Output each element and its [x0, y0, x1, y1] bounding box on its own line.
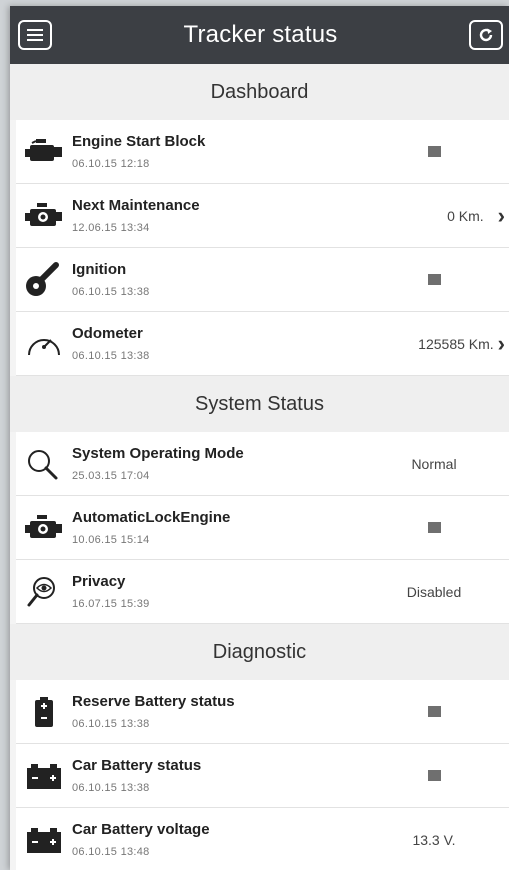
row-value: Normal [411, 455, 457, 472]
status-square [427, 770, 441, 781]
row-car-battery-voltage[interactable]: Car Battery voltage 06.10.15 13:48 13.3 … [16, 808, 509, 870]
engine-icon [16, 120, 72, 184]
row-date: 06.10.15 13:38 [72, 718, 150, 730]
row-name: Ignition [72, 261, 127, 278]
status-indicator [359, 274, 509, 285]
phone-screen: Tracker status Dashboard Engine Start Bl… [10, 6, 509, 870]
row-name: Engine Start Block [72, 133, 206, 150]
privacy-eye-magnifier-icon [16, 560, 72, 624]
status-square [427, 522, 441, 533]
row-next-maintenance[interactable]: Next Maintenance 12.06.15 13:34 0 Km. › [16, 184, 509, 248]
ignition-key-icon [16, 248, 72, 312]
row-date: 06.10.15 13:48 [72, 846, 150, 858]
row-privacy[interactable]: Privacy 16.07.15 15:39 Disabled [16, 560, 509, 624]
row-value: Disabled [406, 583, 462, 600]
row-name: System Operating Mode [72, 445, 244, 462]
section-header-dashboard: Dashboard [10, 64, 509, 120]
row-value: 0 Km. › [359, 203, 509, 229]
row-name: AutomaticLockEngine [72, 509, 231, 526]
refresh-button[interactable] [468, 20, 503, 50]
status-indicator [359, 522, 509, 533]
section-header-diagnostic: Diagnostic [10, 624, 509, 680]
row-name: Privacy [72, 573, 126, 590]
top-bar: Tracker status [10, 6, 509, 64]
row-name: Reserve Battery status [72, 693, 235, 710]
row-ignition[interactable]: Ignition 06.10.15 13:38 [16, 248, 509, 312]
row-automatic-lock-engine[interactable]: AutomaticLockEngine 10.06.15 15:14 [16, 496, 509, 560]
row-name: Odometer [72, 325, 143, 342]
car-battery-icon [16, 744, 72, 808]
reserve-battery-icon [16, 680, 72, 744]
row-engine-start-block[interactable]: Engine Start Block 06.10.15 12:18 [16, 120, 509, 184]
row-odometer[interactable]: Odometer 06.10.15 13:38 125585 Km. › [16, 312, 509, 376]
row-date: 12.06.15 13:34 [72, 222, 150, 234]
row-date: 06.10.15 13:38 [72, 782, 150, 794]
speedometer-icon [16, 312, 72, 376]
row-name: Car Battery voltage [72, 821, 210, 838]
row-date: 16.07.15 15:39 [72, 598, 150, 610]
chevron-right-icon[interactable]: › [498, 203, 505, 229]
row-name: Next Maintenance [72, 197, 200, 214]
chevron-right-icon[interactable]: › [498, 331, 505, 357]
value-text: 125585 Km. [418, 335, 494, 352]
row-date: 06.10.15 13:38 [72, 286, 150, 298]
status-indicator [359, 770, 509, 781]
page-title: Tracker status [183, 21, 338, 48]
row-date: 06.10.15 13:38 [72, 350, 150, 362]
refresh-icon [479, 28, 493, 42]
status-square [427, 146, 441, 157]
value-text: 0 Km. [447, 207, 484, 224]
section-header-system-status: System Status [10, 376, 509, 432]
status-square [427, 706, 441, 717]
engine-lock-icon [16, 496, 72, 560]
row-car-battery-status[interactable]: Car Battery status 06.10.15 13:38 [16, 744, 509, 808]
row-date: 10.06.15 15:14 [72, 534, 150, 546]
row-name: Car Battery status [72, 757, 202, 774]
magnifier-icon [16, 432, 72, 496]
row-value: 13.3 V. [412, 831, 456, 848]
row-date: 25.03.15 17:04 [72, 470, 150, 482]
row-reserve-battery-status[interactable]: Reserve Battery status 06.10.15 13:38 [16, 680, 509, 744]
row-value: 125585 Km. › [359, 331, 509, 357]
engine-wrench-icon [16, 184, 72, 248]
menu-button[interactable] [18, 20, 52, 50]
menu-icon [27, 29, 43, 41]
row-system-operating-mode[interactable]: System Operating Mode 25.03.15 17:04 Nor… [16, 432, 509, 496]
row-date: 06.10.15 12:18 [72, 158, 150, 170]
status-square [427, 274, 441, 285]
status-indicator [359, 146, 509, 157]
status-indicator [359, 706, 509, 717]
car-battery-icon [16, 808, 72, 870]
